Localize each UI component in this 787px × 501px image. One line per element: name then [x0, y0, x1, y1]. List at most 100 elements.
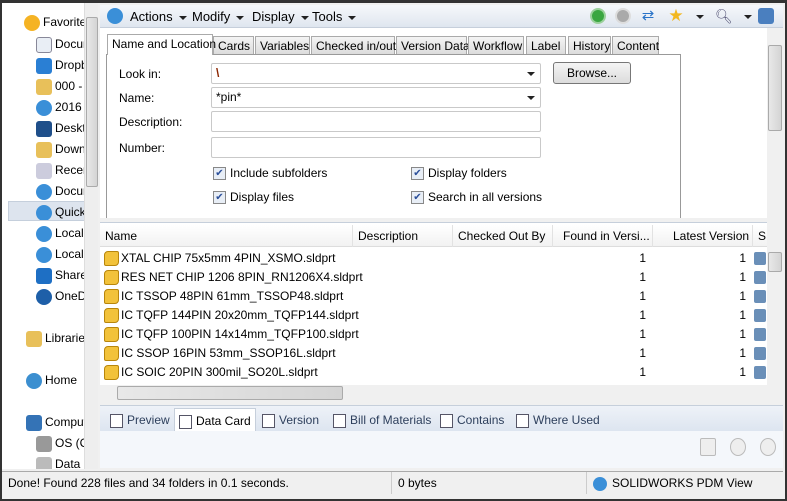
chevron-down-icon[interactable] — [527, 96, 535, 100]
workflow-state-icon — [754, 328, 766, 341]
found-in-version: 1 — [639, 270, 646, 284]
pdm-vault-icon — [36, 99, 52, 116]
status-message: Done! Found 228 files and 34 folders in … — [2, 472, 392, 494]
menu-modify[interactable]: Modify — [192, 9, 245, 24]
include-subfolders-checkbox[interactable]: ✔ Include subfolders — [213, 166, 327, 181]
column-latest-version[interactable]: Latest Version — [653, 225, 753, 247]
menu-display[interactable]: Display — [252, 9, 309, 24]
file-name: IC SSOP 16PIN 53mm_SSOP16L.sldprt — [121, 346, 336, 360]
pdm-vault-icon — [36, 183, 52, 200]
tab-cards[interactable]: Cards — [213, 36, 254, 54]
column-description[interactable]: Description — [353, 225, 453, 247]
table-row[interactable]: IC SSOP 16PIN 53mm_SSOP16L.sldprt 1 1 — [100, 344, 767, 363]
found-in-version: 1 — [639, 365, 646, 379]
tab-workflow[interactable]: Workflow — [468, 36, 524, 54]
where-used-tree-icon — [516, 413, 529, 428]
scroll-thumb[interactable] — [768, 45, 782, 131]
version-icon — [262, 413, 275, 428]
nav-quick[interactable]: Quick — [8, 201, 86, 221]
chevron-down-icon — [300, 15, 309, 20]
display-files-checkbox[interactable]: ✔ Display files — [213, 190, 294, 205]
chevron-down-icon[interactable] — [527, 72, 535, 76]
tab-where-used[interactable]: Where Used — [512, 408, 604, 432]
pdm-logo-icon — [593, 476, 607, 491]
contains-tree-icon — [440, 413, 453, 428]
onedrive-icon — [36, 288, 52, 305]
latest-version: 1 — [739, 327, 746, 341]
chevron-down-icon[interactable] — [744, 15, 752, 19]
tab-bill-of-materials[interactable]: Bill of Materials — [329, 408, 435, 432]
name-label: Name: — [119, 91, 155, 105]
number-input[interactable] — [211, 137, 541, 158]
search-panel-scrollbar[interactable] — [767, 28, 783, 218]
start-search-icon[interactable] — [590, 8, 606, 24]
workflow-state-icon — [754, 366, 766, 379]
tab-name-and-location[interactable]: Name and Location — [107, 34, 216, 55]
pdm-vault-icon — [36, 246, 52, 263]
help-icon[interactable] — [760, 438, 776, 456]
search-zoom-icon[interactable]: 🔍︎ — [715, 8, 733, 24]
pdm-logo-icon — [107, 8, 123, 24]
column-found-in-version[interactable]: Found in Versi... — [553, 225, 653, 247]
nav-scroll-thumb[interactable] — [86, 17, 98, 187]
refresh-icon[interactable]: ⇄ — [640, 8, 656, 24]
display-folders-checkbox[interactable]: ✔ Display folders — [411, 166, 507, 181]
workflow-state-icon — [754, 252, 766, 265]
list-vertical-scrollbar[interactable] — [767, 222, 783, 385]
tab-label[interactable]: Label — [526, 36, 566, 54]
status-app: SOLIDWORKS PDM View — [587, 472, 777, 494]
computer-icon — [26, 414, 42, 431]
tab-data-card[interactable]: Data Card — [174, 408, 256, 432]
folder-icon — [36, 78, 52, 95]
tab-version[interactable]: Version — [258, 408, 323, 432]
menu-tools[interactable]: Tools — [312, 9, 357, 24]
name-combobox[interactable]: *pin* — [211, 87, 541, 108]
table-row[interactable]: IC TQFP 100PIN 14x14mm_TQFP100.sldprt 1 … — [100, 325, 767, 344]
undo-icon[interactable] — [730, 438, 746, 456]
favorites-star-icon[interactable]: ★ — [668, 7, 684, 24]
data-card-icon — [179, 414, 192, 429]
results-list: Name Description Checked Out By Found in… — [100, 222, 767, 385]
preview-icon — [110, 413, 123, 428]
browse-button[interactable]: Browse... — [553, 62, 631, 84]
tab-content[interactable]: Content — [612, 36, 659, 54]
nav-scrollbar[interactable] — [84, 3, 98, 469]
description-input[interactable] — [211, 111, 541, 132]
save-icon[interactable] — [700, 438, 716, 456]
look-in-combobox[interactable]: \ — [211, 63, 541, 84]
scroll-thumb[interactable] — [117, 386, 343, 400]
latest-version: 1 — [739, 289, 746, 303]
pdm-vault-icon — [36, 204, 52, 220]
search-all-versions-checkbox[interactable]: ✔ Search in all versions — [411, 190, 542, 205]
scroll-thumb[interactable] — [768, 252, 782, 272]
tab-contains[interactable]: Contains — [436, 408, 508, 432]
found-in-version: 1 — [639, 251, 646, 265]
list-horizontal-scrollbar[interactable] — [100, 385, 767, 401]
menu-actions[interactable]: Actions — [130, 9, 187, 24]
drive-icon — [36, 435, 52, 452]
table-row[interactable]: IC SOIC 20PIN 300mil_SO20L.sldprt 1 1 — [100, 363, 767, 382]
column-state[interactable]: S — [753, 225, 767, 247]
star-icon — [24, 14, 40, 31]
table-row[interactable]: IC TSSOP 48PIN 61mm_TSSOP48.sldprt 1 1 — [100, 287, 767, 306]
tab-preview[interactable]: Preview — [106, 408, 174, 432]
chevron-down-icon[interactable] — [696, 15, 704, 19]
column-checked-out-by[interactable]: Checked Out By — [453, 225, 553, 247]
table-row[interactable]: IC TQFP 144PIN 20x20mm_TQFP144.sldprt 1 … — [100, 306, 767, 325]
checkbox-checked-icon: ✔ — [411, 167, 424, 181]
tab-version-data[interactable]: Version Data — [396, 36, 470, 54]
table-row[interactable]: XTAL CHIP 75x5mm 4PIN_XSMO.sldprt 1 1 — [100, 249, 767, 268]
pdm-help-icon[interactable] — [758, 8, 774, 24]
tab-variables[interactable]: Variables — [255, 36, 310, 54]
found-in-version: 1 — [639, 327, 646, 341]
tab-history[interactable]: History — [568, 36, 611, 54]
found-in-version: 1 — [639, 346, 646, 360]
column-name[interactable]: Name — [100, 225, 353, 247]
latest-version: 1 — [739, 346, 746, 360]
recent-places-icon — [36, 162, 52, 179]
pdm-vault-icon — [36, 225, 52, 242]
stop-search-icon[interactable] — [615, 8, 631, 24]
table-row[interactable]: RES NET CHIP 1206 8PIN_RN1206X4.sldprt 1… — [100, 268, 767, 287]
tab-checked-in-out[interactable]: Checked in/out — [311, 36, 396, 54]
file-name: IC TQFP 100PIN 14x14mm_TQFP100.sldprt — [121, 327, 359, 341]
